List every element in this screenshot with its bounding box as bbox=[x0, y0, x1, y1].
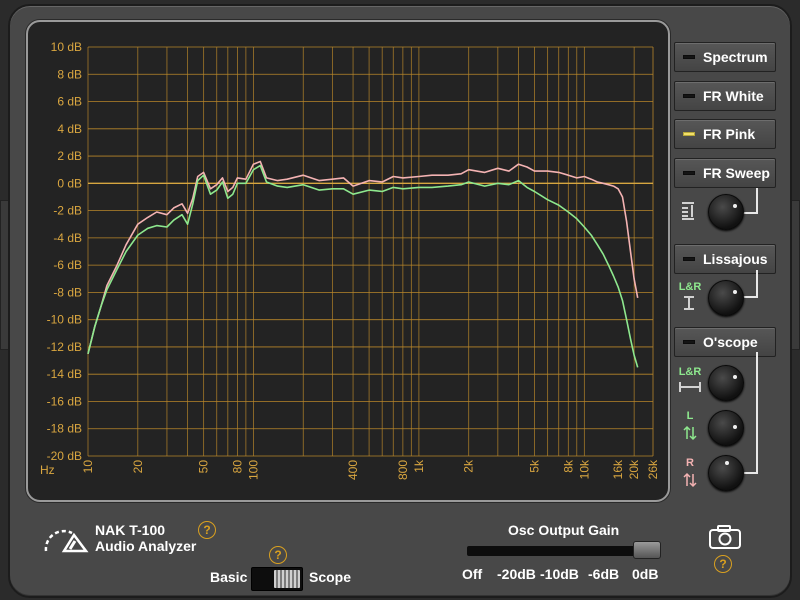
mode-button-fr-sweep[interactable]: FR Sweep bbox=[674, 158, 776, 188]
x-tick-label: 400 bbox=[346, 460, 360, 480]
gain-tick-minus10: -10dB bbox=[540, 566, 579, 582]
x-tick-label: 2k bbox=[462, 459, 476, 473]
vertical-arrow-icon bbox=[684, 296, 694, 310]
screenshot-help-icon[interactable]: ? bbox=[714, 555, 732, 573]
oscope-right-knob[interactable] bbox=[708, 455, 744, 491]
toggle-thumb[interactable] bbox=[274, 570, 300, 588]
y-tick-label: 6 dB bbox=[57, 95, 82, 109]
product-name: NAK T-100 Audio Analyzer bbox=[95, 522, 196, 554]
x-tick-label: 20k bbox=[627, 459, 641, 479]
osc-gain-slider-thumb[interactable] bbox=[633, 541, 661, 559]
mode-switch-help-icon[interactable]: ? bbox=[269, 546, 287, 564]
oscope-horizontal-knob[interactable] bbox=[708, 365, 744, 401]
basic-scope-toggle[interactable] bbox=[251, 567, 303, 591]
oscope-l-label: L bbox=[686, 410, 694, 422]
horizontal-arrow-icon bbox=[679, 382, 701, 392]
y-tick-label: -6 dB bbox=[53, 258, 82, 272]
series-line-0 bbox=[87, 160, 639, 354]
osc-gain-title: Osc Output Gain bbox=[508, 522, 620, 538]
product-name-line: NAK T-100 bbox=[95, 522, 166, 538]
x-tick-label: 10 bbox=[81, 460, 95, 474]
y-tick-label: 0 dB bbox=[57, 176, 82, 190]
lissajous-lr-label: L&R bbox=[678, 281, 702, 293]
y-tick-label: -4 dB bbox=[53, 231, 82, 245]
mode-button-lissajous[interactable]: Lissajous bbox=[674, 244, 776, 274]
x-tick-label: 16k bbox=[611, 459, 625, 479]
x-tick-label: 26k bbox=[646, 459, 660, 479]
camera-icon[interactable] bbox=[708, 524, 742, 550]
y-tick-label: -10 dB bbox=[47, 313, 82, 327]
oscope-r-label: R bbox=[686, 457, 694, 469]
y-tick-label: 4 dB bbox=[57, 122, 82, 136]
y-tick-label: -20 dB bbox=[47, 449, 82, 463]
left-channel-updown-icon bbox=[683, 425, 697, 441]
x-tick-label: 80 bbox=[230, 460, 244, 474]
series-line-1 bbox=[87, 164, 639, 368]
y-tick-label: -8 dB bbox=[53, 285, 82, 299]
right-channel-updown-icon bbox=[683, 472, 697, 488]
led-indicator bbox=[683, 94, 695, 98]
y-tick-label: 8 dB bbox=[57, 67, 82, 81]
mode-label: FR Sweep bbox=[703, 165, 770, 181]
x-tick-label: 50 bbox=[197, 460, 211, 474]
analyzer-screen: 10 dB 8 dB 6 dB 4 dB 2 dB 0 dB -2 dB -4 dB -6 dB… bbox=[26, 20, 670, 502]
mode-label: O'scope bbox=[703, 334, 758, 350]
y-tick-label: 2 dB bbox=[57, 149, 82, 163]
x-tick-label: 5k bbox=[528, 459, 542, 473]
x-tick-label: 20 bbox=[131, 460, 145, 474]
y-tick-label: -2 dB bbox=[53, 204, 82, 218]
y-tick-label: -16 dB bbox=[47, 394, 82, 408]
led-indicator bbox=[683, 340, 695, 344]
x-tick-label: 10k bbox=[577, 459, 591, 479]
led-indicator bbox=[683, 171, 695, 175]
oscope-bracket bbox=[738, 352, 758, 474]
mode-label: Lissajous bbox=[703, 251, 768, 267]
mode-label: Spectrum bbox=[703, 49, 768, 65]
nak-logo-icon bbox=[44, 529, 89, 553]
mode-button-oscope[interactable]: O'scope bbox=[674, 327, 776, 357]
help-icon[interactable]: ? bbox=[198, 521, 216, 539]
product-subtitle-line: Audio Analyzer bbox=[95, 538, 197, 554]
gain-tick-minus20: -20dB bbox=[497, 566, 536, 582]
x-unit-label: Hz bbox=[40, 463, 55, 477]
lissajous-knob[interactable] bbox=[708, 280, 744, 316]
mode-button-fr-pink[interactable]: FR Pink bbox=[674, 119, 776, 149]
gain-tick-minus6: -6dB bbox=[588, 566, 620, 582]
led-indicator bbox=[683, 132, 695, 136]
y-tick-label: -14 dB bbox=[47, 367, 82, 381]
led-indicator bbox=[683, 55, 695, 59]
oscope-lr-label: L&R bbox=[678, 366, 702, 378]
y-tick-label: -18 dB bbox=[47, 422, 82, 436]
gain-tick-off: Off bbox=[462, 566, 483, 582]
gain-tick-0db: 0dB bbox=[632, 566, 659, 582]
x-tick-label: 800 bbox=[396, 460, 410, 480]
x-tick-label: 8k bbox=[561, 459, 575, 473]
sweep-level-icon bbox=[682, 202, 694, 220]
mode-button-spectrum[interactable]: Spectrum bbox=[674, 42, 776, 72]
mode-button-fr-white[interactable]: FR White bbox=[674, 81, 776, 111]
mode-label: FR White bbox=[703, 88, 764, 104]
x-tick-label: 1k bbox=[412, 459, 426, 473]
oscope-left-knob[interactable] bbox=[708, 410, 744, 446]
scope-label: Scope bbox=[309, 569, 352, 585]
sweep-knob[interactable] bbox=[708, 194, 744, 230]
led-indicator bbox=[683, 257, 695, 261]
y-tick-label: 10 dB bbox=[51, 40, 82, 54]
frequency-response-chart: 10 dB 8 dB 6 dB 4 dB 2 dB 0 dB -2 dB -4 dB -6 dB… bbox=[40, 40, 660, 480]
osc-gain-slider-track[interactable] bbox=[467, 546, 657, 556]
basic-label: Basic bbox=[210, 569, 248, 585]
x-tick-label: 100 bbox=[246, 460, 260, 480]
mode-label: FR Pink bbox=[703, 126, 756, 142]
y-tick-label: -12 dB bbox=[47, 340, 82, 354]
